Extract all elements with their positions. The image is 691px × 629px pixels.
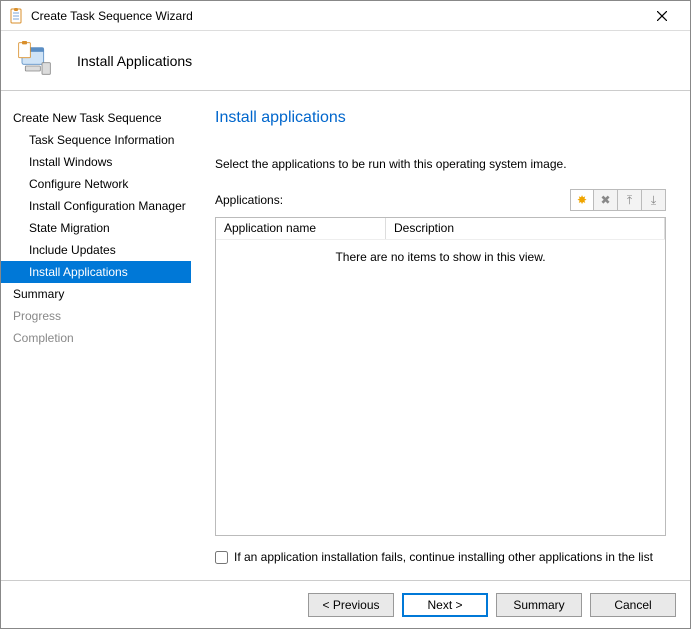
- grid-header: Application name Description: [216, 218, 665, 240]
- wizard-sidebar: Create New Task Sequence Task Sequence I…: [1, 91, 191, 580]
- titlebar: Create Task Sequence Wizard: [1, 1, 690, 31]
- toolbar-move-down-button: ⤓: [642, 189, 666, 211]
- sidebar-item-progress: Progress: [1, 305, 191, 327]
- sidebar-item-task-sequence-information[interactable]: Task Sequence Information: [1, 129, 191, 151]
- continue-on-fail-label: If an application installation fails, co…: [234, 550, 653, 564]
- toolbar-new-button[interactable]: ✸: [570, 189, 594, 211]
- applications-toolbar: ✸ ✖ ⤒ ⤓: [570, 189, 666, 211]
- window-title: Create Task Sequence Wizard: [31, 9, 642, 23]
- continue-on-fail-checkbox[interactable]: [215, 551, 228, 564]
- close-button[interactable]: [642, 2, 682, 30]
- column-application-name[interactable]: Application name: [216, 218, 386, 239]
- sidebar-item-install-applications[interactable]: Install Applications: [1, 261, 191, 283]
- wizard-footer: < Previous Next > Summary Cancel: [1, 580, 690, 628]
- wizard-icon: [17, 41, 57, 81]
- body-area: Create New Task Sequence Task Sequence I…: [1, 91, 690, 580]
- move-up-icon: ⤒: [627, 193, 632, 208]
- delete-icon: ✖: [600, 193, 610, 207]
- toolbar-move-up-button: ⤒: [618, 189, 642, 211]
- sidebar-item-configure-network[interactable]: Configure Network: [1, 173, 191, 195]
- page-title: Install applications: [215, 109, 666, 127]
- continue-on-fail-row[interactable]: If an application installation fails, co…: [215, 550, 666, 564]
- applications-label: Applications:: [215, 193, 570, 207]
- previous-button[interactable]: < Previous: [308, 593, 394, 617]
- cancel-button[interactable]: Cancel: [590, 593, 676, 617]
- toolbar-delete-button: ✖: [594, 189, 618, 211]
- app-icon: [9, 8, 25, 24]
- sidebar-group-create: Create New Task Sequence: [1, 107, 191, 129]
- sidebar-item-include-updates[interactable]: Include Updates: [1, 239, 191, 261]
- star-icon: ✸: [577, 193, 587, 207]
- column-description[interactable]: Description: [386, 218, 665, 239]
- move-down-icon: ⤓: [651, 193, 656, 208]
- next-button[interactable]: Next >: [402, 593, 488, 617]
- wizard-window: Create Task Sequence Wizard Install Appl…: [0, 0, 691, 629]
- main-pane: Install applications Select the applicat…: [191, 91, 690, 580]
- header-step-title: Install Applications: [77, 53, 192, 69]
- header-band: Install Applications: [1, 31, 690, 91]
- sidebar-item-summary[interactable]: Summary: [1, 283, 191, 305]
- sidebar-item-install-windows[interactable]: Install Windows: [1, 151, 191, 173]
- applications-grid[interactable]: Application name Description There are n…: [215, 217, 666, 536]
- grid-empty-text: There are no items to show in this view.: [216, 240, 665, 274]
- sidebar-item-completion: Completion: [1, 327, 191, 349]
- summary-button[interactable]: Summary: [496, 593, 582, 617]
- sidebar-item-install-configuration-manager[interactable]: Install Configuration Manager: [1, 195, 191, 217]
- instructions-text: Select the applications to be run with t…: [215, 157, 666, 171]
- sidebar-item-state-migration[interactable]: State Migration: [1, 217, 191, 239]
